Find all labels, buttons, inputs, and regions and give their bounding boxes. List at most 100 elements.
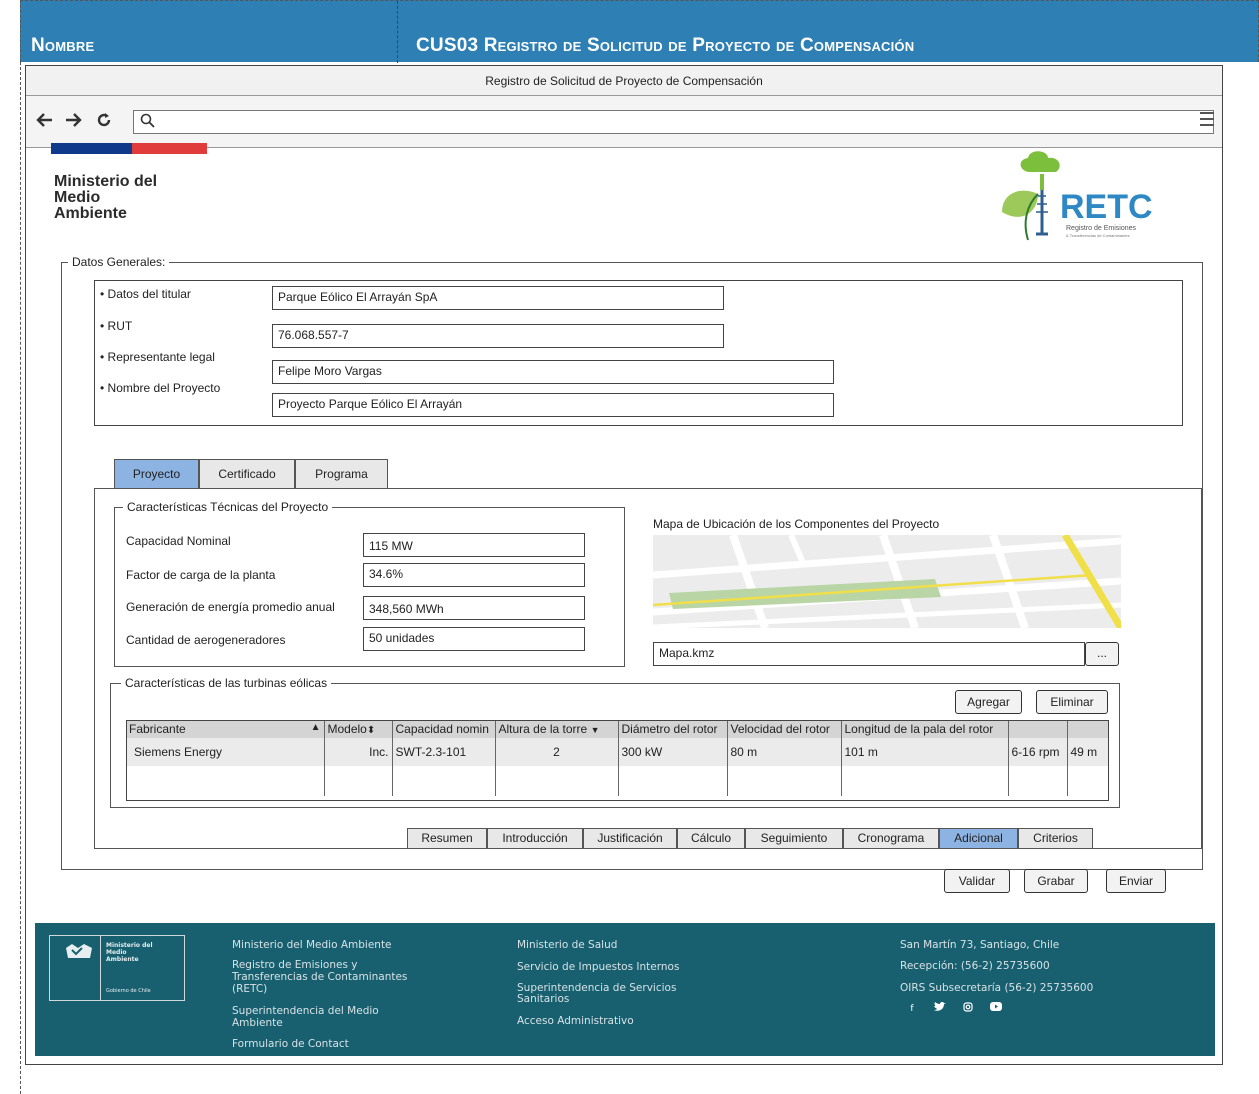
youtube-icon[interactable] [986, 1002, 1006, 1016]
cell-fabricante: Siemens Energy [126, 738, 325, 766]
tab-introduccion[interactable]: Introducción [487, 828, 583, 849]
tab-justificacion[interactable]: Justificación [583, 828, 677, 849]
map-file-field[interactable]: Mapa.kmz [653, 642, 1085, 666]
retc-logo-subtitle-2: & Transferencias de Contaminantes [1066, 233, 1130, 238]
sort-asc-icon: ▲ [310, 722, 321, 733]
page-border [20, 62, 21, 1094]
turbinas-legend: Características de las turbinas eólicas [121, 676, 332, 690]
reload-icon[interactable] [96, 112, 112, 132]
footer-oirs: OIRS Subsecretaría (56-2) 25735600 [900, 982, 1094, 994]
footer-link[interactable]: Servicio de Impuestos Internos [517, 961, 679, 973]
footer-link[interactable]: (RETC) [232, 983, 267, 995]
footer-link[interactable]: Acceso Administrativo [517, 1015, 634, 1027]
table-header-row: Fabricante ▲ Modelo⬍ Capacidad nomin Altu… [126, 720, 1109, 738]
tab-seguimiento[interactable]: Seguimiento [745, 828, 843, 849]
window-title: Registro de Solicitud de Proyecto de Com… [26, 66, 1222, 96]
search-icon [140, 113, 155, 128]
document-header: Nombre CUS03 Registro de Solicitud de Pr… [20, 0, 1259, 63]
grabar-button[interactable]: Grabar [1024, 869, 1088, 893]
column-header-extra-1[interactable] [1008, 720, 1068, 738]
instagram-icon[interactable] [958, 1002, 978, 1016]
header-separator [397, 1, 398, 63]
retc-logo-text: RETC [1060, 188, 1153, 226]
tab-programa[interactable]: Programa [295, 459, 388, 489]
tab-certificado[interactable]: Certificado [199, 459, 295, 489]
tab-proyecto[interactable]: Proyecto [114, 459, 199, 489]
footer-link[interactable]: Ministerio de Salud [517, 939, 617, 951]
twitter-icon[interactable] [930, 1001, 950, 1016]
label-generacion-energia: Generación de energía promedio anual [126, 600, 335, 614]
factor-carga-field[interactable]: 34.6% [363, 563, 585, 587]
back-arrow-icon[interactable] [36, 112, 54, 132]
facebook-icon[interactable]: f [902, 1002, 922, 1016]
chile-shield-icon [64, 942, 94, 960]
tab-resumen[interactable]: Resumen [407, 828, 487, 849]
nombre-proyecto-field[interactable]: Proyecto Parque Eólico El Arrayán [272, 393, 834, 417]
cell-longitud: 101 m [841, 738, 1009, 766]
label-factor-carga: Factor de carga de la planta [126, 568, 276, 582]
label-representante-legal: • Representante legal [100, 350, 215, 364]
table-row[interactable]: Siemens Energy Inc. SWT-2.3-101 2 300 kW… [126, 738, 1109, 766]
column-header-longitud[interactable]: Longitud de la pala del rotor [841, 720, 1009, 738]
label-nombre-proyecto: • Nombre del Proyecto [100, 381, 221, 395]
cell-extra-1: 6-16 rpm [1008, 738, 1068, 766]
cell-extra-2: 49 m [1067, 738, 1109, 766]
validar-button[interactable]: Validar [944, 869, 1010, 893]
forward-arrow-icon[interactable] [64, 112, 82, 132]
tab-criterios[interactable]: Criterios [1018, 828, 1093, 849]
cell-capacidad: SWT-2.3-101 [392, 738, 496, 766]
agregar-button[interactable]: Agregar [955, 690, 1022, 714]
cantidad-aerogeneradores-field[interactable]: 50 unidades [363, 627, 585, 651]
column-header-modelo[interactable]: Modelo⬍ [324, 720, 393, 738]
sort-desc-icon: ▼ [590, 725, 600, 735]
map-title: Mapa de Ubicación de los Componentes del… [653, 517, 940, 531]
generacion-energia-field[interactable]: 348,560 MWh [363, 596, 585, 620]
tab-cronograma[interactable]: Cronograma [843, 828, 939, 849]
url-input[interactable] [133, 110, 1214, 134]
menu-icon[interactable] [1200, 112, 1214, 126]
footer-link[interactable]: Formulario de Contact [232, 1038, 349, 1050]
representante-field[interactable]: Felipe Moro Vargas [272, 360, 834, 384]
doc-label-use-case: CUS03 Registro de Solicitud de Proyecto … [416, 35, 915, 56]
sort-both-icon: ⬍ [366, 725, 376, 736]
footer-phone: Recepción: (56-2) 25735600 [900, 960, 1050, 972]
doc-label-nombre: Nombre [31, 35, 95, 56]
browser-window: Registro de Solicitud de Proyecto de Com… [25, 65, 1223, 1065]
footer-link[interactable]: Transferencias de Contaminantes [232, 971, 407, 983]
address-bar [26, 96, 1222, 148]
location-map[interactable] [653, 535, 1121, 628]
caracteristicas-legend: Características Técnicas del Proyecto [123, 500, 333, 514]
eliminar-button[interactable]: Eliminar [1036, 690, 1108, 714]
table-row-empty[interactable] [126, 766, 1109, 796]
label-cantidad-aerogeneradores: Cantidad de aerogeneradores [126, 633, 286, 647]
cell-velocidad: 80 m [727, 738, 842, 766]
column-header-capacidad[interactable]: Capacidad nomin [392, 720, 496, 738]
turbinas-table: Fabricante ▲ Modelo⬍ Capacidad nomin Altu… [126, 720, 1109, 796]
column-header-fabricante[interactable]: Fabricante ▲ [126, 720, 325, 738]
retc-logo: RETC Registro de Emisiones & Transferenc… [998, 150, 1168, 242]
retc-logo-subtitle: Registro de Emisiones [1066, 225, 1137, 232]
column-header-extra-2[interactable] [1067, 720, 1109, 738]
titular-field[interactable]: Parque Eólico El Arrayán SpA [272, 286, 724, 310]
rut-field[interactable]: 76.068.557-7 [272, 324, 724, 348]
chile-flag-bar [51, 143, 207, 154]
footer-link[interactable]: Superintendencia del Medio [232, 1005, 379, 1017]
tab-adicional[interactable]: Adicional [939, 828, 1018, 849]
footer-link[interactable]: Ambiente [232, 1017, 283, 1029]
footer-address: San Martín 73, Santiago, Chile [900, 939, 1060, 951]
column-header-velocidad[interactable]: Velocidad del rotor [727, 720, 842, 738]
footer-link[interactable]: Registro de Emisiones y [232, 959, 358, 971]
capacidad-nominal-field[interactable]: 115 MW [363, 533, 585, 557]
footer-link[interactable]: Ministerio del Medio Ambiente [232, 939, 392, 951]
browse-map-button[interactable]: ... [1085, 642, 1119, 666]
label-datos-titular: • Datos del titular [100, 287, 191, 301]
column-header-diametro[interactable]: Diámetro del rotor [618, 720, 728, 738]
column-header-altura[interactable]: Altura de la torre ▼ [495, 720, 619, 738]
site-footer: Ministerio del Medio Ambiente Gobierno de … [35, 923, 1215, 1056]
tab-calculo[interactable]: Cálculo [677, 828, 745, 849]
gobierno-logo-text: Ministerio del Medio Ambiente [106, 942, 153, 963]
footer-link[interactable]: Sanitarios [517, 993, 569, 1005]
cell-altura: 2 [495, 738, 619, 766]
enviar-button[interactable]: Enviar [1106, 869, 1166, 893]
label-capacidad-nominal: Capacidad Nominal [126, 534, 231, 548]
